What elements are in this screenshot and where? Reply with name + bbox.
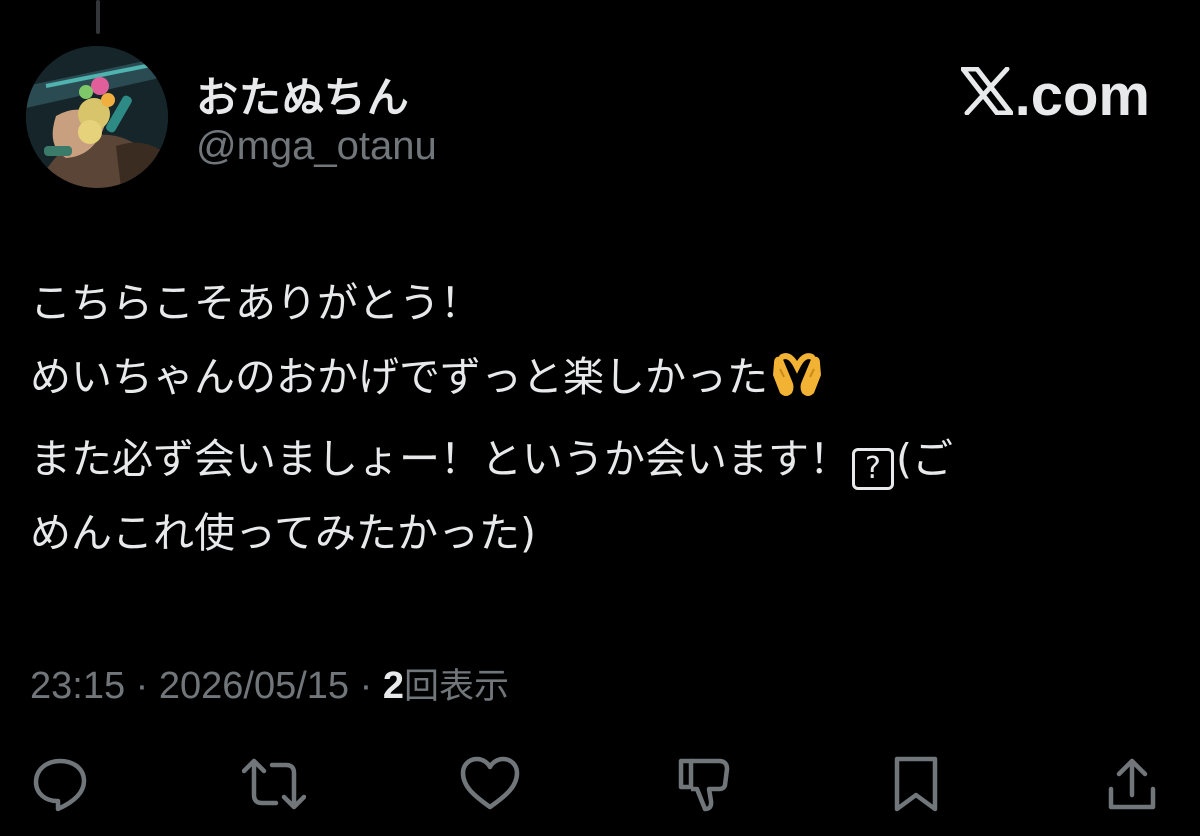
tweet-line-3: また必ず会いましょー！というか会います！? (ご	[30, 422, 1190, 496]
x-com-watermark: .com	[960, 62, 1150, 129]
meta-separator: ·	[359, 665, 373, 707]
tweet-line-4: めんこれ使ってみたかった)	[30, 509, 536, 557]
bookmark-icon	[891, 755, 941, 818]
reply-button[interactable]	[30, 756, 90, 816]
bookmark-button[interactable]	[886, 756, 946, 816]
thumbs-down-icon	[675, 755, 733, 818]
tweet-time[interactable]: 23:15	[30, 665, 125, 707]
profile-photo-icon	[26, 46, 168, 188]
reply-icon	[31, 755, 89, 818]
heart-hands-emoji-icon	[770, 348, 824, 422]
repost-icon	[241, 755, 307, 818]
author-handle[interactable]: @mga_otanu	[196, 124, 437, 169]
tweet-line-3-tail: (ご	[896, 435, 953, 483]
share-button[interactable]	[1102, 756, 1162, 816]
x-logo-icon	[960, 62, 1014, 129]
like-button[interactable]	[460, 756, 520, 816]
meta-separator: ·	[135, 665, 149, 707]
tweet-line-2-text: めいちゃんのおかげでずっと楽しかった	[30, 353, 768, 401]
views-count: 2	[382, 665, 404, 707]
repost-button[interactable]	[241, 755, 307, 818]
unsupported-emoji-box: ?	[852, 448, 894, 490]
tweet-line-1: こちらこそありがとう！	[30, 279, 481, 327]
tweet-meta: 23:15 · 2026/05/15 · 2回表示	[30, 658, 509, 709]
downvote-button[interactable]	[674, 756, 734, 816]
tweet-line-3-text: また必ず会いましょー！というか会います！	[30, 435, 850, 483]
watermark-text: .com	[1014, 63, 1150, 128]
share-icon	[1105, 755, 1159, 818]
heart-icon	[459, 755, 521, 818]
thread-connector-line	[96, 0, 100, 34]
avatar[interactable]	[26, 46, 168, 188]
author-display-name[interactable]: おたぬちん	[196, 64, 410, 125]
tweet-line-2: めいちゃんのおかげでずっと楽しかった	[30, 340, 1190, 422]
tweet-body: こちらこそありがとう！ めいちゃんのおかげでずっと楽しかった また必ず会いましょ…	[30, 266, 1190, 570]
tweet-date[interactable]: 2026/05/15	[159, 665, 349, 707]
action-bar	[0, 740, 1200, 830]
views-label: 回表示	[403, 667, 509, 707]
